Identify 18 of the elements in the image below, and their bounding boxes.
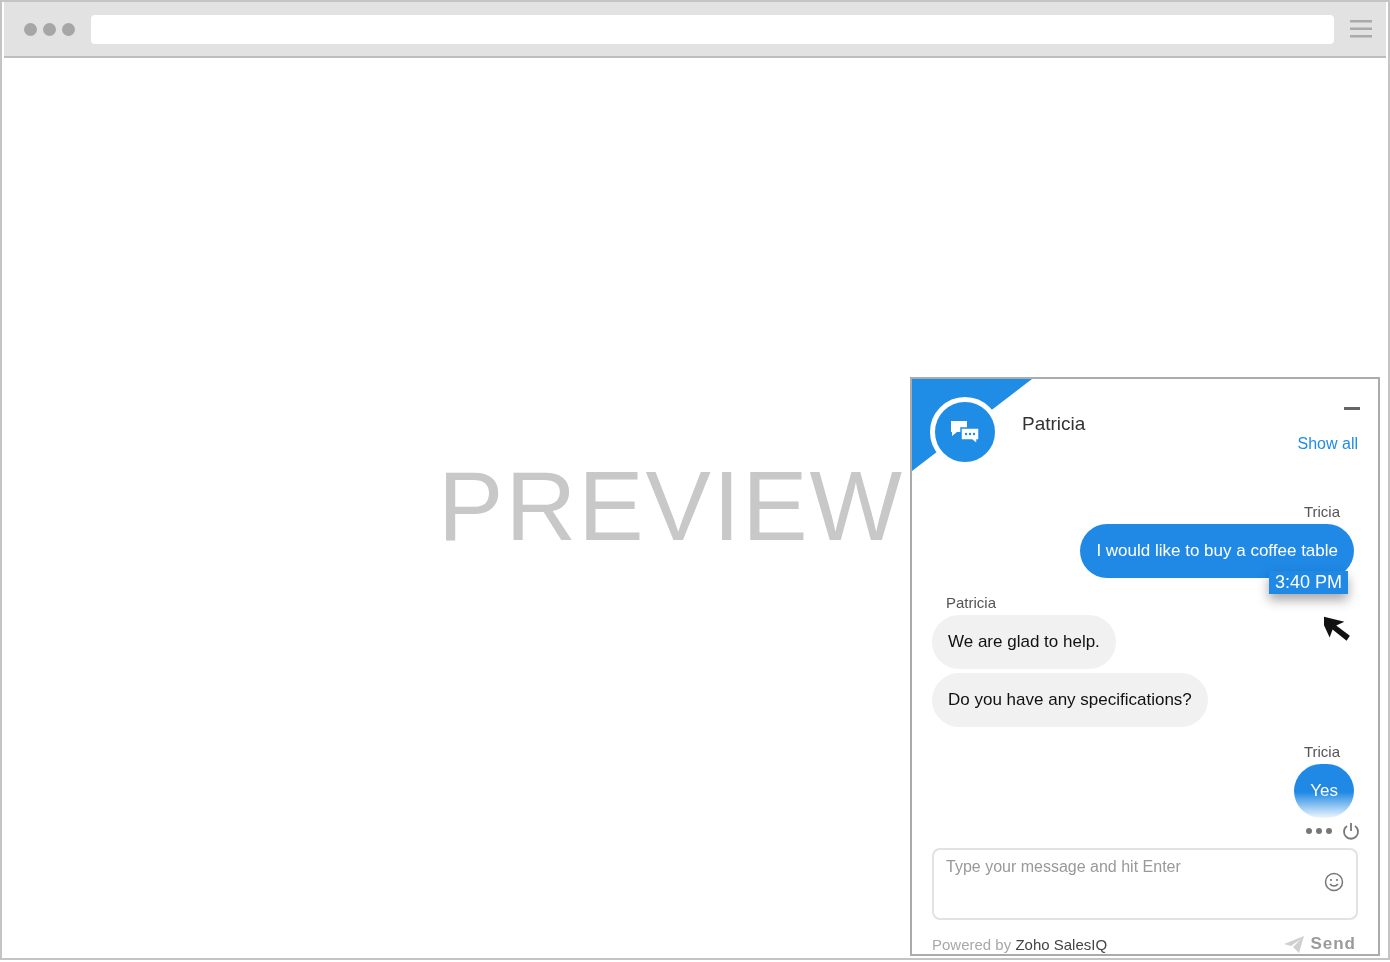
- powered-by-text: Powered by Zoho SalesIQ: [932, 935, 1108, 953]
- sender-name: Tricia: [1302, 503, 1341, 520]
- emoji-icon[interactable]: [1324, 872, 1344, 892]
- chat-bubbles-icon: [949, 419, 981, 445]
- message-bubble: We are glad to help.: [932, 615, 1116, 669]
- paper-plane-icon: [1284, 935, 1305, 953]
- window-dots-icon: [24, 22, 75, 36]
- more-icon[interactable]: [1306, 828, 1332, 834]
- message-time: 3:40 PM: [1268, 571, 1348, 594]
- power-icon[interactable]: [1342, 822, 1360, 840]
- message-input[interactable]: Type your message and hit Enter: [932, 848, 1358, 920]
- send-button[interactable]: Send: [1284, 934, 1356, 954]
- sender-name: Tricia: [1302, 743, 1341, 760]
- show-all-link[interactable]: Show all: [1297, 435, 1358, 453]
- message-bubble: Yes: [1294, 764, 1354, 818]
- sender-name: Patricia: [945, 594, 998, 611]
- agent-name: Patricia: [1022, 413, 1086, 435]
- message-bubble: Do you have any specifications?: [932, 673, 1208, 727]
